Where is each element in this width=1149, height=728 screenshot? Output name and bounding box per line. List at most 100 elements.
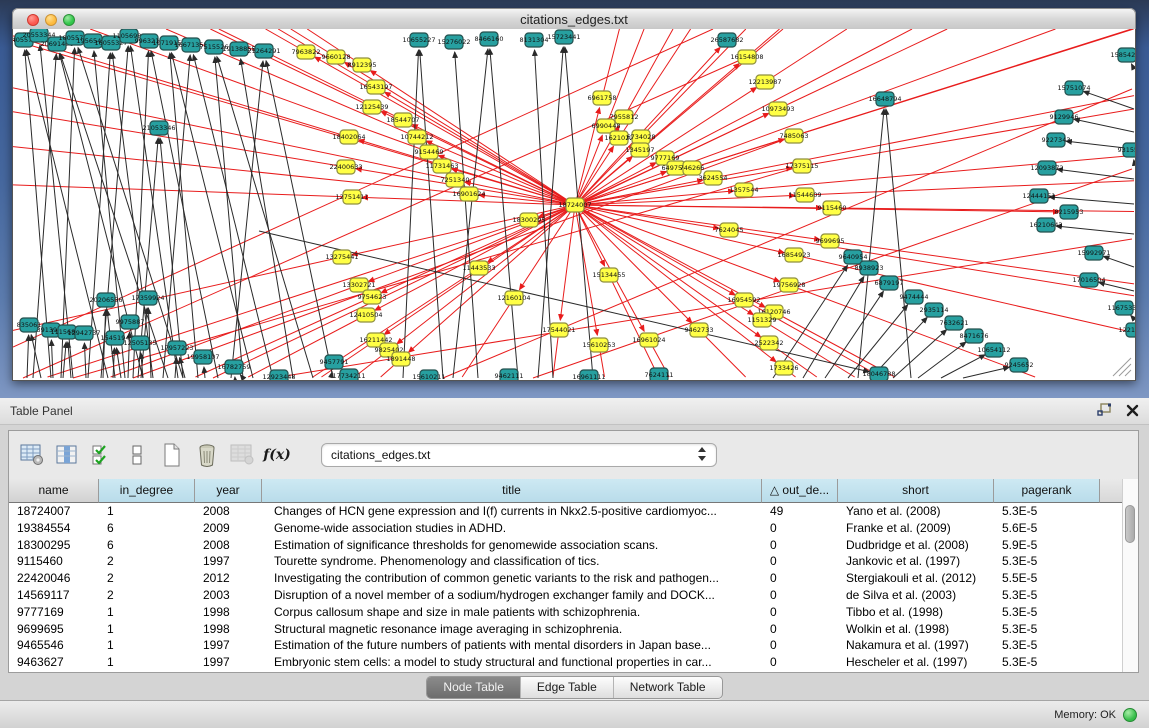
close-panel-icon[interactable] xyxy=(1126,404,1139,422)
float-panel-icon[interactable] xyxy=(1097,403,1112,422)
minimize-window-button[interactable] xyxy=(45,14,57,26)
graph-node[interactable]: 12410504 xyxy=(349,308,382,322)
table-scrollbar[interactable] xyxy=(1122,479,1138,672)
graph-node[interactable]: 16210643 xyxy=(1029,218,1062,232)
graph-node[interactable]: 7632621 xyxy=(940,316,969,330)
graph-node[interactable]: 8215953 xyxy=(1055,205,1084,219)
graph-node[interactable]: 19756928 xyxy=(772,278,805,292)
function-builder-icon[interactable]: f(x) xyxy=(264,442,290,468)
graph-node[interactable]: 11443533 xyxy=(462,261,495,275)
graph-node[interactable]: 12923448 xyxy=(262,370,295,380)
graph-node[interactable]: 21264291 xyxy=(247,44,280,58)
graph-node[interactable]: 15134455 xyxy=(592,268,625,282)
graph-node[interactable]: 16543197 xyxy=(359,80,392,94)
table-row[interactable]: 1830029562008Estimation of significance … xyxy=(9,537,1122,554)
table-selector-dropdown[interactable]: citations_edges.txt xyxy=(321,443,717,467)
graph-node[interactable]: 10973493 xyxy=(761,102,794,116)
network-view-window[interactable]: citations_edges.txt 18724007183002956961… xyxy=(12,8,1136,380)
row-selection-icon[interactable] xyxy=(89,442,115,468)
network-canvas[interactable]: 1872400718300295696175879558126990448162… xyxy=(13,29,1135,380)
table-row[interactable]: 911546021997Tourette syndrome. Phenomeno… xyxy=(9,553,1122,570)
graph-node[interactable]: 16782759 xyxy=(217,360,250,374)
graph-node[interactable]: 12505135 xyxy=(123,336,156,350)
graph-node[interactable]: 7624111 xyxy=(645,368,674,380)
column-header-year[interactable]: year xyxy=(195,479,262,503)
graph-node[interactable]: 7251340 xyxy=(441,173,470,187)
graph-node[interactable]: 8938923 xyxy=(855,261,884,275)
graph-node[interactable]: 6961758 xyxy=(588,91,617,105)
graph-node[interactable]: 22400633 xyxy=(329,160,362,174)
graph-node[interactable]: 9115460 xyxy=(818,201,847,215)
table-row[interactable]: 2242004622012Investigating the contribut… xyxy=(9,570,1122,587)
graph-node[interactable]: 12160104 xyxy=(497,291,530,305)
graph-node[interactable]: 746266 xyxy=(680,161,705,175)
graph-node[interactable]: 8912395 xyxy=(348,58,377,72)
table-row[interactable]: 1456911722003Disruption of a novel membe… xyxy=(9,587,1122,604)
scrollbar-thumb[interactable] xyxy=(1125,505,1135,543)
graph-node[interactable]: 26587682 xyxy=(710,33,743,47)
graph-node[interactable]: 15723441 xyxy=(547,30,580,44)
graph-node[interactable]: 16901624 xyxy=(452,187,485,201)
graph-node[interactable]: 18300295 xyxy=(512,213,545,227)
graph-node[interactable]: 13275441 xyxy=(325,250,358,264)
table-row[interactable]: 977716911998Corpus callosum shape and si… xyxy=(9,604,1122,621)
graph-node[interactable]: 16854923 xyxy=(777,248,810,262)
graph-node[interactable]: 7963822 xyxy=(292,45,321,59)
table-row[interactable]: 1872400712008Changes of HCN gene express… xyxy=(9,503,1122,520)
graph-node[interactable]: 10654112 xyxy=(977,343,1010,357)
graph-node[interactable]: 9699695 xyxy=(816,234,845,248)
graph-node[interactable]: 12751411 xyxy=(335,190,368,204)
graph-node[interactable]: 1733426 xyxy=(770,361,799,375)
graph-node[interactable]: 9227343 xyxy=(1042,133,1071,147)
graph-node[interactable]: 17016504 xyxy=(1072,273,1105,287)
table-row[interactable]: 969969511998Structural magnetic resonanc… xyxy=(9,621,1122,638)
column-header-pagerank[interactable]: pagerank xyxy=(994,479,1100,503)
graph-node[interactable]: 11675334 xyxy=(1107,301,1135,315)
graph-node[interactable]: 15276022 xyxy=(437,35,470,49)
graph-node[interactable]: 8471676 xyxy=(960,329,989,343)
graph-node[interactable]: 16954592 xyxy=(727,293,760,307)
table-mode-icon[interactable] xyxy=(19,442,45,468)
canvas-resize-grip[interactable] xyxy=(1113,358,1131,376)
show-columns-icon[interactable] xyxy=(54,442,80,468)
graph-node[interactable]: 12093872 xyxy=(1030,161,1063,175)
graph-node[interactable]: 15992971 xyxy=(1077,246,1110,260)
graph-node[interactable]: 15751074 xyxy=(1057,81,1090,95)
graph-node[interactable]: 10655227 xyxy=(402,33,435,47)
graph-node[interactable]: 17544021 xyxy=(542,323,575,337)
graph-node[interactable]: 1357544 xyxy=(730,183,759,197)
graph-node[interactable]: 17375115 xyxy=(785,159,818,173)
graph-node[interactable]: 6879197 xyxy=(875,276,904,290)
close-window-button[interactable] xyxy=(27,14,39,26)
graph-node[interactable]: 17734211 xyxy=(332,369,365,380)
graph-node[interactable]: 1891448 xyxy=(387,352,416,366)
graph-node[interactable]: 12125439 xyxy=(355,100,388,114)
graph-node[interactable]: 11544609 xyxy=(788,188,821,202)
graph-node[interactable]: 9245652 xyxy=(1005,358,1034,372)
graph-node[interactable]: 9462111 xyxy=(495,369,524,380)
table-row[interactable]: 946362711997Embryonic stem cells: a mode… xyxy=(9,654,1122,671)
delete-column-icon[interactable] xyxy=(194,442,220,468)
graph-node[interactable]: 16961111 xyxy=(572,370,605,380)
graph-node[interactable]: 12444151 xyxy=(1022,189,1055,203)
graph-node[interactable]: 11731463 xyxy=(425,159,458,173)
graph-node[interactable]: 9315521 xyxy=(1118,143,1135,157)
table-row[interactable]: 1938455462009Genome-wide association stu… xyxy=(9,520,1122,537)
graph-node[interactable]: 7485063 xyxy=(780,129,809,143)
graph-node[interactable]: 15610253 xyxy=(582,338,615,352)
column-header-title[interactable]: title xyxy=(262,479,762,503)
graph-node[interactable]: 7624045 xyxy=(715,223,744,237)
graph-node[interactable]: 1151329 xyxy=(748,313,777,327)
column-header-out-de-[interactable]: △ out_de... xyxy=(762,479,838,503)
row-height-icon[interactable] xyxy=(124,442,150,468)
graph-node[interactable]: 15854209 xyxy=(1110,48,1135,62)
tab-node-table[interactable]: Node Table xyxy=(427,677,521,698)
table-row[interactable]: 946554611997Estimation of the future num… xyxy=(9,637,1122,654)
column-header-in-degree[interactable]: in_degree xyxy=(99,479,195,503)
graph-node[interactable]: 21053346 xyxy=(142,121,175,135)
graph-node[interactable]: 9660128 xyxy=(322,50,351,64)
column-header-name[interactable]: name xyxy=(9,479,99,503)
tab-network-table[interactable]: Network Table xyxy=(614,677,722,698)
graph-node[interactable]: 12213987 xyxy=(748,75,781,89)
graph-node[interactable]: 16961024 xyxy=(632,333,665,347)
